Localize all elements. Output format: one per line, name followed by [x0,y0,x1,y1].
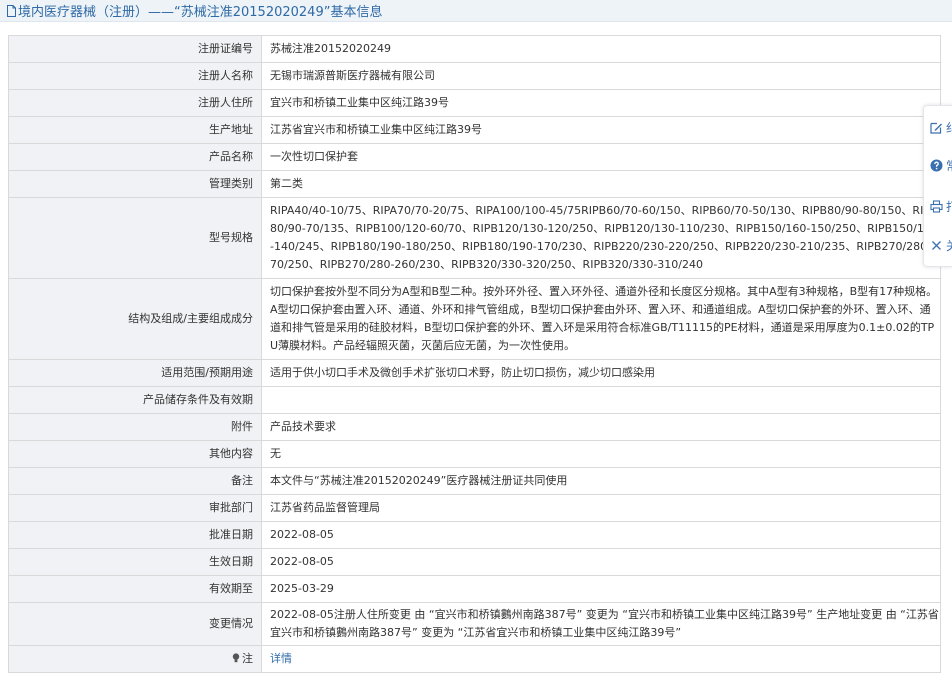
field-label: 注 [8,645,262,673]
note-label: 注 [242,652,253,665]
field-value: 第二类 [261,170,941,198]
field-value: 无 [261,440,941,468]
field-value: 苏械注准20152020249 [261,35,941,63]
field-label: 型号规格 [8,197,262,279]
table-row: 审批部门 江苏省药品监督管理局 [8,494,941,522]
table-row: 管理类别 第二类 [8,170,941,198]
field-label: 备注 [8,467,262,495]
table-row: 适用范围/预期用途 适用于供小切口手术及微创手术扩张切口术野，防止切口损伤，减少… [8,359,941,387]
field-label: 适用范围/预期用途 [8,359,262,387]
field-value: 宜兴市和桥镇工业集中区纯江路39号 [261,89,941,117]
field-value: 江苏省宜兴市和桥镇工业集中区纯江路39号 [261,116,941,144]
table-row: 变更情况 2022-08-05注册人住所变更 由 “宜兴市和桥镇鷜州南路387号… [8,602,941,646]
field-value: RIPA40/40-10/75、RIPA70/70-20/75、RIPA100/… [261,197,941,279]
side-item-faq[interactable]: 常 [924,151,952,179]
field-value: 一次性切口保护套 [261,143,941,171]
details-link[interactable]: 详情 [270,652,292,665]
field-value: 2022-08-05注册人住所变更 由 “宜兴市和桥镇鷜州南路387号” 变更为… [261,602,941,646]
table-row: 产品名称 一次性切口保护套 [8,143,941,171]
lightbulb-icon [232,651,240,663]
table-row: 生效日期 2022-08-05 [8,548,941,576]
field-value: 详情 [261,645,941,673]
field-label: 管理类别 [8,170,262,198]
table-row: 注册证编号 苏械注准20152020249 [8,35,941,63]
page-header: 境内医疗器械（注册）——“苏械注准20152020249”基本信息 [0,0,952,22]
side-item-print[interactable]: 打 [924,192,952,220]
print-icon [930,199,943,213]
floating-side-toolbar: 纠 常 打 关 [923,105,952,267]
field-value: 无锡市瑞源普斯医疗器械有限公司 [261,62,941,90]
table-row: 批准日期 2022-08-05 [8,521,941,549]
field-value: 切口保护套按外型不同分为A型和B型二种。按外环外径、置入环外径、通道外径和长度区… [261,278,941,360]
registration-info-table: 注册证编号 苏械注准20152020249 注册人名称 无锡市瑞源普斯医疗器械有… [8,35,941,673]
table-row: 结构及组成/主要组成成分 切口保护套按外型不同分为A型和B型二种。按外环外径、置… [8,278,941,360]
close-icon [932,240,941,250]
help-icon [930,159,943,171]
field-label: 结构及组成/主要组成成分 [8,278,262,360]
field-value: 本文件与“苏械注准20152020249”医疗器械注册证共同使用 [261,467,941,495]
table-row: 注 详情 [8,645,941,673]
side-item-close[interactable]: 关 [924,231,952,259]
table-row: 有效期至 2025-03-29 [8,575,941,603]
table-row: 型号规格 RIPA40/40-10/75、RIPA70/70-20/75、RIP… [8,197,941,279]
table-row: 注册人住所 宜兴市和桥镇工业集中区纯江路39号 [8,89,941,117]
field-label: 产品名称 [8,143,262,171]
table-row: 备注 本文件与“苏械注准20152020249”医疗器械注册证共同使用 [8,467,941,495]
field-value: 2025-03-29 [261,575,941,603]
side-item-feedback[interactable]: 纠 [924,113,952,141]
field-value [261,386,941,414]
field-label: 生产地址 [8,116,262,144]
field-label: 注册人名称 [8,62,262,90]
field-label: 生效日期 [8,548,262,576]
table-row: 产品储存条件及有效期 [8,386,941,414]
table-row: 生产地址 江苏省宜兴市和桥镇工业集中区纯江路39号 [8,116,941,144]
field-label: 注册人住所 [8,89,262,117]
field-label: 注册证编号 [8,35,262,63]
table-row: 其他内容 无 [8,440,941,468]
table-row: 注册人名称 无锡市瑞源普斯医疗器械有限公司 [8,62,941,90]
field-label: 其他内容 [8,440,262,468]
field-label: 附件 [8,413,262,441]
field-value: 适用于供小切口手术及微创手术扩张切口术野，防止切口损伤，减少切口感染用 [261,359,941,387]
field-label: 有效期至 [8,575,262,603]
field-value: 2022-08-05 [261,548,941,576]
page-title: 境内医疗器械（注册）——“苏械注准20152020249”基本信息 [18,5,383,20]
field-label: 产品储存条件及有效期 [8,386,262,414]
edit-icon [930,122,942,134]
field-label: 变更情况 [8,602,262,646]
document-icon [7,4,16,17]
field-label: 批准日期 [8,521,262,549]
field-value: 2022-08-05 [261,521,941,549]
table-row: 附件 产品技术要求 [8,413,941,441]
field-value: 江苏省药品监督管理局 [261,494,941,522]
field-value: 产品技术要求 [261,413,941,441]
field-label: 审批部门 [8,494,262,522]
